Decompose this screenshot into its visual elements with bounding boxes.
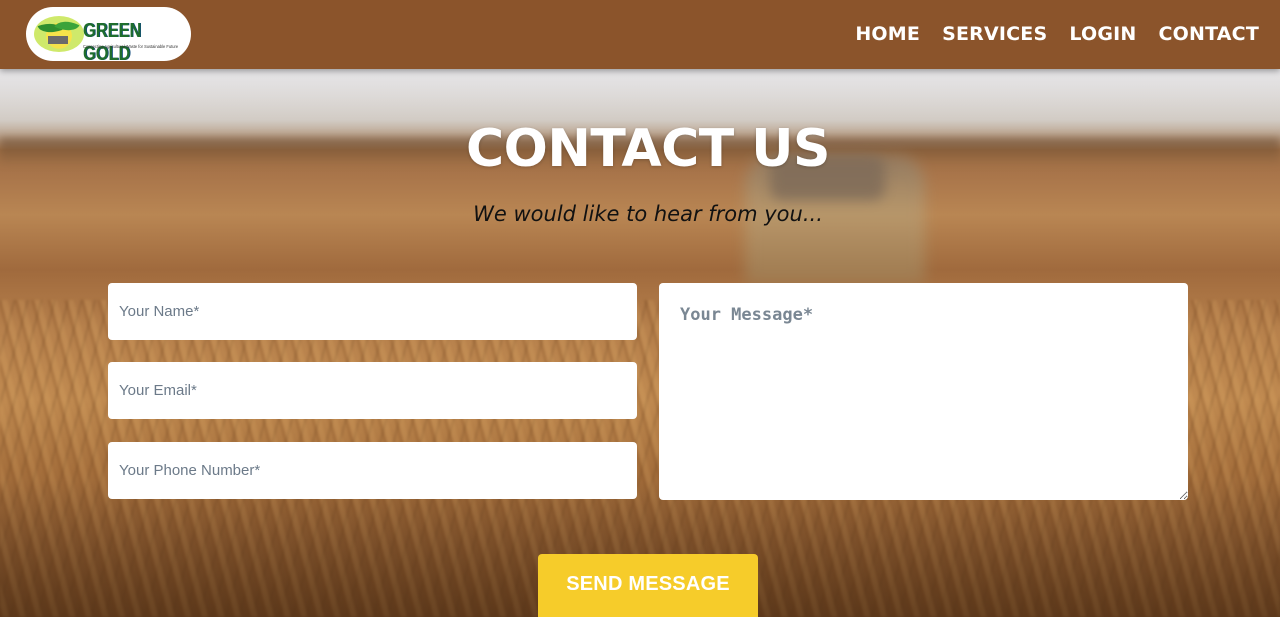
nav-services-link[interactable]: SERVICES bbox=[942, 22, 1047, 46]
logo[interactable]: GREEN GOLD Connecting Agricultural Waste… bbox=[26, 7, 191, 61]
name-input[interactable] bbox=[108, 283, 637, 340]
nav-home-link[interactable]: HOME bbox=[855, 22, 920, 46]
message-textarea[interactable] bbox=[659, 283, 1188, 500]
logo-emblem-icon bbox=[34, 15, 84, 52]
house-icon bbox=[48, 36, 68, 44]
main-nav: HOME SERVICES LOGIN CONTACT bbox=[855, 22, 1259, 46]
brand-name: GREEN GOLD bbox=[83, 20, 142, 61]
send-message-button[interactable]: SEND MESSAGE bbox=[538, 554, 758, 617]
phone-input[interactable] bbox=[108, 442, 637, 499]
email-input[interactable] bbox=[108, 362, 637, 419]
nav-login-link[interactable]: LOGIN bbox=[1069, 22, 1136, 46]
nav-contact-link[interactable]: CONTACT bbox=[1159, 22, 1260, 46]
brand-tagline: Connecting Agricultural Waste for Sustai… bbox=[83, 44, 179, 49]
page-subtitle: We would like to hear from you... bbox=[473, 202, 823, 226]
leaf-icon bbox=[54, 15, 80, 37]
page-title: CONTACT US bbox=[466, 119, 830, 179]
navbar: GREEN GOLD Connecting Agricultural Waste… bbox=[0, 0, 1280, 69]
